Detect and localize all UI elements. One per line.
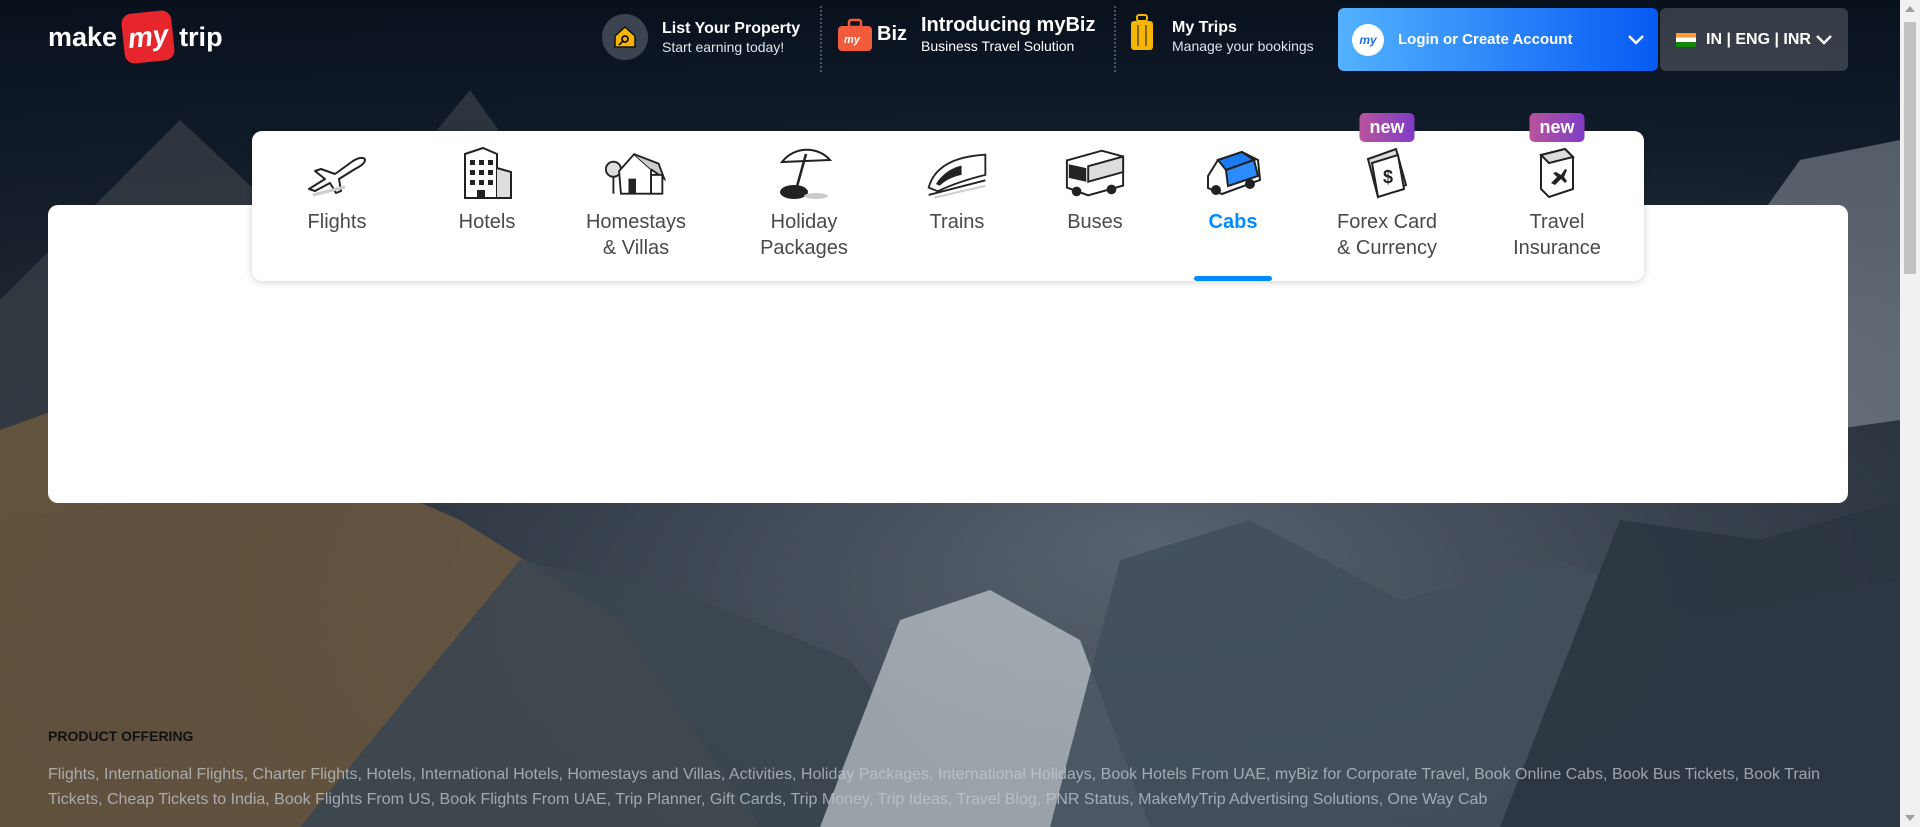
chevron-down-icon: [1816, 34, 1832, 45]
tab-holiday-line1: Holiday: [770, 211, 838, 233]
new-badge: new: [1359, 113, 1415, 142]
login-avatar-icon: my: [1352, 23, 1384, 56]
scrollbar-thumb[interactable]: [1904, 22, 1916, 274]
locale-label: IN | ENG | INR: [1706, 30, 1811, 48]
locale-selector[interactable]: IN | ENG | INR: [1660, 8, 1848, 71]
product-offering-links[interactable]: Flights, International Flights, Charter …: [48, 762, 1848, 812]
svg-text:my: my: [844, 34, 861, 46]
tab-holiday-packages[interactable]: Holiday Packages: [720, 131, 888, 281]
tab-holiday-label: Holiday Packages: [760, 209, 848, 261]
top-header: make my trip List Your Property Start ea…: [0, 0, 1900, 80]
train-icon: [925, 145, 989, 201]
mybiz-logo-text: Biz: [877, 23, 907, 45]
tab-holiday-line2: Packages: [760, 237, 848, 259]
tab-forex-label: Forex Card & Currency: [1337, 209, 1437, 261]
login-create-account-button[interactable]: my Login or Create Account: [1338, 8, 1658, 71]
scroll-up-arrow-icon[interactable]: [1905, 6, 1915, 12]
page-scrollbar[interactable]: [1900, 0, 1920, 827]
india-flag-icon: [1676, 32, 1696, 47]
house-icon: [604, 145, 668, 201]
my-trips-subtitle: Manage your bookings: [1172, 38, 1314, 54]
logo-trip: trip: [179, 21, 223, 52]
product-offering-section: PRODUCT OFFERING Flights, International …: [48, 728, 1848, 812]
airplane-icon: [305, 145, 369, 201]
my-trips-link[interactable]: My Trips Manage your bookings: [1128, 14, 1314, 59]
mybiz-link[interactable]: my Biz Introducing myBiz Business Travel…: [836, 14, 1095, 55]
tab-forex[interactable]: new $ Forex Card & Currency: [1302, 113, 1472, 281]
tab-hotels[interactable]: Hotels: [422, 131, 552, 281]
product-offering-title: PRODUCT OFFERING: [48, 728, 194, 744]
key-house-icon: [602, 14, 648, 60]
car-icon: [1201, 145, 1265, 201]
scroll-down-arrow-icon[interactable]: [1905, 815, 1915, 821]
insurance-shield-icon: [1525, 145, 1589, 201]
tab-cabs-label: Cabs: [1208, 211, 1258, 233]
tab-homestays-line1: Homestays: [585, 211, 687, 233]
tab-insurance-line1: Travel: [1529, 211, 1585, 233]
logo-my-badge: my: [120, 9, 176, 65]
beach-umbrella-icon: [772, 145, 836, 201]
tab-homestays-line2: & Villas: [602, 237, 670, 259]
tab-homestays-label: Homestays & Villas: [586, 209, 686, 261]
tab-flights[interactable]: Flights: [252, 131, 422, 281]
header-divider: [1114, 6, 1116, 72]
list-property-subtitle: Start earning today!: [662, 38, 785, 55]
my-trips-title: My Trips: [1172, 19, 1237, 36]
svg-text:$: $: [1383, 167, 1393, 187]
tab-homestays[interactable]: Homestays & Villas: [552, 131, 720, 281]
mybiz-subtitle: Business Travel Solution: [921, 38, 1075, 54]
tab-forex-line2: & Currency: [1336, 237, 1438, 259]
list-property-link[interactable]: List Your Property Start earning today!: [602, 14, 800, 60]
list-property-title: List Your Property: [662, 19, 801, 37]
mybiz-briefcase-icon: my Biz: [836, 17, 907, 53]
forex-card-icon: $: [1355, 145, 1419, 201]
chevron-down-icon: [1628, 34, 1644, 45]
login-label: Login or Create Account: [1398, 31, 1573, 48]
mybiz-title: Introducing myBiz: [921, 14, 1096, 36]
logo-make: make: [48, 21, 118, 52]
bus-icon: [1063, 145, 1127, 201]
tab-insurance-label: Travel Insurance: [1513, 209, 1601, 261]
tab-buses-label: Buses: [1067, 211, 1123, 233]
tab-insurance-line2: Insurance: [1513, 237, 1601, 259]
tab-trains[interactable]: Trains: [888, 131, 1026, 281]
new-badge: new: [1529, 113, 1585, 142]
tab-travel-insurance[interactable]: new Travel Insurance: [1472, 113, 1642, 281]
tab-trains-label: Trains: [929, 211, 985, 233]
tab-cabs[interactable]: Cabs: [1164, 131, 1302, 281]
suitcase-icon: [1128, 14, 1156, 59]
header-divider: [820, 6, 822, 72]
building-icon: [455, 145, 519, 201]
tab-buses[interactable]: Buses: [1026, 131, 1164, 281]
product-nav: Flights Hotels Homestays & Villas Holida…: [252, 113, 1644, 281]
tab-forex-line1: Forex Card: [1336, 211, 1438, 233]
makemytrip-logo[interactable]: make my trip: [48, 9, 223, 65]
tab-hotels-label: Hotels: [458, 211, 516, 233]
tab-flights-label: Flights: [307, 211, 367, 233]
